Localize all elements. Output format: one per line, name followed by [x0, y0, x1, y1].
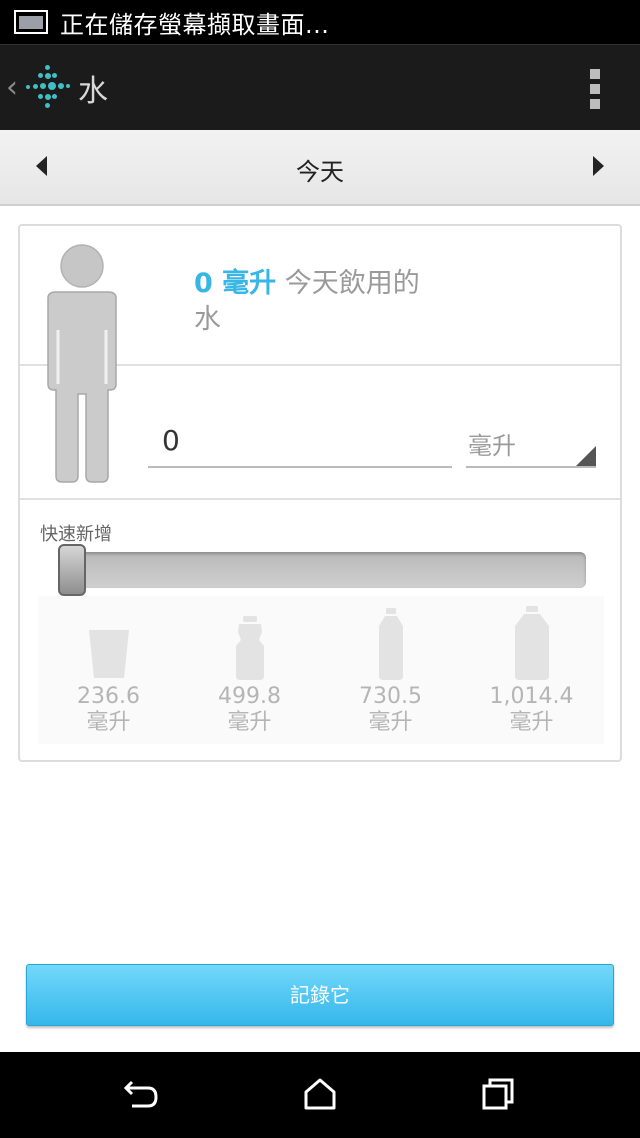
divider — [20, 498, 620, 500]
preset-unit: 毫升 — [227, 710, 272, 735]
dropdown-corner-icon — [576, 446, 596, 466]
preset-unit: 毫升 — [509, 710, 554, 735]
preset-item[interactable]: 236.6 毫升 — [38, 596, 179, 744]
back-icon[interactable] — [120, 1072, 164, 1116]
water-total-amount: 0 毫升 — [194, 268, 277, 299]
status-bar: 正在儲存螢幕擷取畫面... — [0, 0, 640, 44]
glass-icon — [88, 630, 129, 678]
preset-item[interactable]: 1,014.4 毫升 — [461, 596, 602, 744]
date-navigator: 今天 — [0, 130, 640, 206]
unit-dropdown-label: 毫升 — [468, 432, 516, 460]
water-card: 0 毫升 今天飲用的水 0 毫升 快速新增 236.6 毫升 499.8 毫升 … — [18, 224, 622, 762]
page-title: 水 — [78, 73, 108, 109]
screenshot-icon — [14, 10, 48, 34]
preset-item[interactable]: 730.5 毫升 — [320, 596, 461, 744]
preset-value: 1,014.4 — [489, 684, 574, 709]
fitbit-logo-icon[interactable] — [24, 64, 70, 111]
preset-item[interactable]: 499.8 毫升 — [179, 596, 320, 744]
quick-add-slider-thumb[interactable] — [58, 544, 86, 596]
quick-add-slider-track[interactable] — [60, 552, 586, 588]
water-summary: 0 毫升 今天飲用的水 — [194, 266, 434, 338]
preset-unit: 毫升 — [86, 710, 131, 735]
next-day-arrow-icon[interactable] — [593, 156, 604, 176]
person-figure-icon — [47, 244, 117, 483]
preset-unit: 毫升 — [368, 710, 413, 735]
log-it-button[interactable]: 記錄它 — [26, 964, 614, 1026]
action-bar: ‹ 水 — [0, 44, 640, 130]
system-nav-bar — [0, 1052, 640, 1138]
preset-list: 236.6 毫升 499.8 毫升 730.5 毫升 1,014.4 毫升 — [38, 596, 604, 744]
status-text: 正在儲存螢幕擷取畫面... — [60, 10, 330, 39]
recent-apps-icon[interactable] — [476, 1072, 520, 1116]
date-label: 今天 — [296, 158, 344, 186]
large-bottle-icon — [514, 606, 549, 680]
preset-value: 236.6 — [77, 684, 140, 709]
overflow-menu-icon[interactable] — [590, 69, 600, 109]
quick-add-label: 快速新增 — [40, 524, 112, 545]
preset-value: 499.8 — [218, 684, 281, 709]
bottle-icon — [378, 608, 403, 680]
home-icon[interactable] — [298, 1072, 342, 1116]
unit-dropdown[interactable]: 毫升 — [466, 422, 596, 468]
amount-input[interactable]: 0 — [148, 422, 452, 468]
sport-bottle-icon — [235, 616, 264, 680]
back-chevron-icon[interactable]: ‹ — [6, 70, 20, 105]
preset-value: 730.5 — [359, 684, 422, 709]
